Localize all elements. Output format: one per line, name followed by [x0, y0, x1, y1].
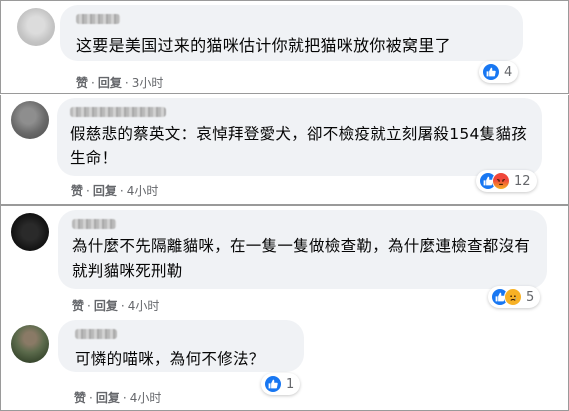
like-link[interactable]: 赞 [74, 391, 86, 405]
blurred-author-name[interactable] [76, 14, 120, 24]
avatar[interactable] [11, 101, 49, 139]
reaction-count: 4 [504, 64, 513, 80]
avatar[interactable] [11, 325, 49, 363]
like-reaction-icon [264, 375, 282, 393]
reaction-count: 1 [286, 376, 295, 392]
comment-text: 这要是美国过来的猫咪估计你就把猫咪放你被窝里了 [76, 36, 451, 55]
comment-text: 可憐的喵咪，為何不修法？ [75, 350, 265, 368]
reaction-summary[interactable]: 5 [488, 286, 541, 308]
like-link[interactable]: 赞 [71, 184, 83, 198]
reaction-summary[interactable]: 12 [476, 170, 537, 192]
timestamp[interactable]: 3小时 [132, 76, 164, 90]
like-reaction-icon [482, 63, 500, 81]
timestamp[interactable]: 4小时 [128, 299, 160, 313]
reaction-count: 12 [514, 173, 531, 189]
reply-link[interactable]: 回复 [94, 299, 118, 313]
avatar[interactable] [17, 8, 55, 46]
comment-actions: 赞 · 回复 · 4小时 [71, 184, 159, 198]
comment-actions: 赞 · 回复 · 3小时 [76, 76, 164, 90]
blurred-author-name[interactable] [75, 329, 117, 339]
comment-actions: 赞 · 回复 · 4小时 [72, 299, 160, 313]
reply-link[interactable]: 回复 [93, 184, 117, 198]
comment-actions: 赞 · 回复 · 4小时 [74, 391, 162, 405]
reply-link[interactable]: 回复 [96, 391, 120, 405]
reaction-summary[interactable]: 4 [479, 61, 519, 83]
reaction-summary[interactable]: 1 [261, 373, 301, 395]
timestamp[interactable]: 4小时 [127, 184, 159, 198]
blurred-author-name[interactable] [70, 107, 166, 117]
reply-link[interactable]: 回复 [98, 76, 122, 90]
angry-reaction-icon [492, 172, 510, 190]
like-link[interactable]: 赞 [76, 76, 88, 90]
blurred-author-name[interactable] [72, 219, 116, 229]
comment-text: 假慈悲的蔡英文：哀悼拜登愛犬，卻不檢疫就立刻屠殺154隻貓孩生命！ [70, 125, 528, 167]
sad-reaction-icon [504, 288, 522, 306]
timestamp[interactable]: 4小时 [130, 391, 162, 405]
avatar[interactable] [11, 213, 49, 251]
comment-text: 為什麼不先隔離貓咪，在一隻一隻做檢查勒，為什麼連檢查都沒有就判貓咪死刑勒 [72, 237, 531, 280]
like-link[interactable]: 赞 [72, 299, 84, 313]
reaction-count: 5 [526, 289, 535, 305]
